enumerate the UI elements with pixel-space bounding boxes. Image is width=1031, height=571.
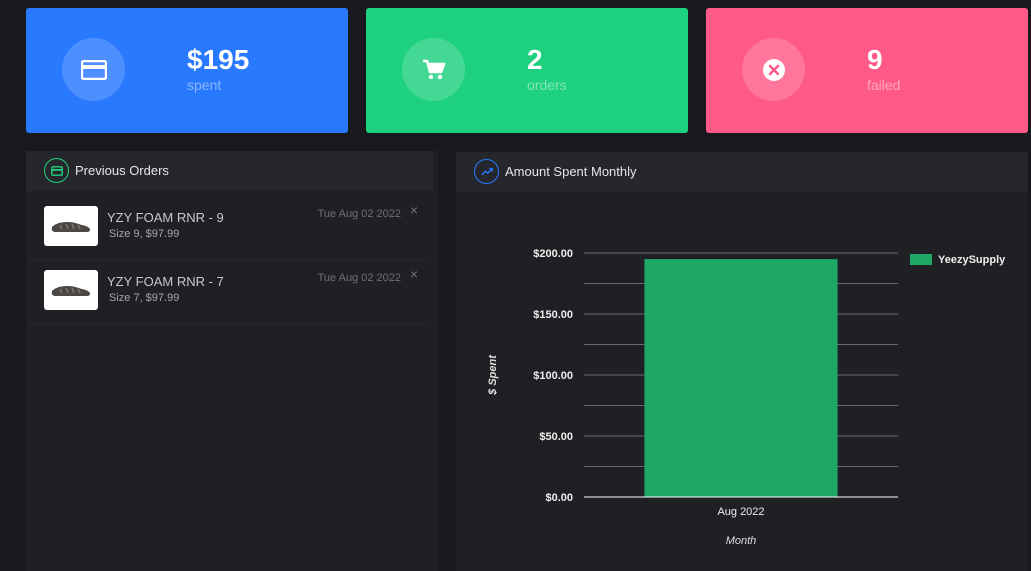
x-axis-title: Month (726, 535, 757, 547)
panel-header: Previous Orders (26, 151, 433, 191)
trending-up-icon (474, 159, 499, 184)
y-tick-label: $150.00 (533, 309, 573, 321)
y-tick-label: $100.00 (533, 370, 573, 382)
y-axis-title: $ Spent (487, 354, 499, 396)
legend-label: YeezySupply (938, 254, 1006, 266)
credit-card-icon (62, 38, 125, 101)
previous-orders-panel: Previous Orders YZY FOAM RNR - 9 Size 9,… (26, 151, 438, 571)
order-date: Tue Aug 02 2022 (317, 272, 401, 284)
stat-card-spent: $195 spent (26, 8, 348, 133)
shoe-thumbnail (44, 206, 98, 246)
order-item[interactable]: YZY FOAM RNR - 7 Size 7, $97.99 Tue Aug … (26, 261, 429, 325)
stat-card-failed: 9 failed (706, 8, 1028, 133)
order-title: YZY FOAM RNR - 7 (107, 274, 224, 289)
order-date: Tue Aug 02 2022 (317, 208, 401, 220)
shoe-thumbnail (44, 270, 98, 310)
panel-title: Amount Spent Monthly (505, 164, 637, 179)
amount-spent-panel: Amount Spent Monthly $0.00 $50.00 $100.00 $… (456, 152, 1028, 571)
order-item[interactable]: YZY FOAM RNR - 9 Size 9, $97.99 Tue Aug … (26, 197, 429, 261)
order-details: Size 9, $97.99 (109, 228, 180, 240)
close-icon[interactable]: × (410, 266, 418, 282)
x-tick-label: Aug 2022 (717, 506, 764, 518)
stat-value: $195 (187, 44, 250, 75)
stat-label: orders (527, 77, 567, 93)
cart-icon (402, 38, 465, 101)
close-icon[interactable]: × (410, 202, 418, 218)
panel-title: Previous Orders (75, 163, 169, 178)
stat-label: spent (187, 77, 222, 93)
stat-card-orders: 2 orders (366, 8, 688, 133)
order-details: Size 7, $97.99 (109, 292, 180, 304)
legend-swatch (910, 254, 932, 265)
stat-label: failed (867, 77, 901, 93)
panel-header: Amount Spent Monthly (456, 152, 1028, 192)
x-circle-icon (742, 38, 805, 101)
y-tick-label: $0.00 (545, 492, 573, 504)
credit-card-icon (44, 158, 69, 183)
stat-value: 2 (527, 44, 543, 75)
bar-chart: $0.00 $50.00 $100.00 $150.00 $200.00 Aug 202… (487, 248, 1006, 547)
stat-value: 9 (867, 44, 883, 75)
y-tick-label: $50.00 (539, 431, 573, 443)
y-tick-label: $200.00 (533, 248, 573, 260)
order-title: YZY FOAM RNR - 9 (107, 210, 224, 225)
bar[interactable] (644, 259, 838, 497)
